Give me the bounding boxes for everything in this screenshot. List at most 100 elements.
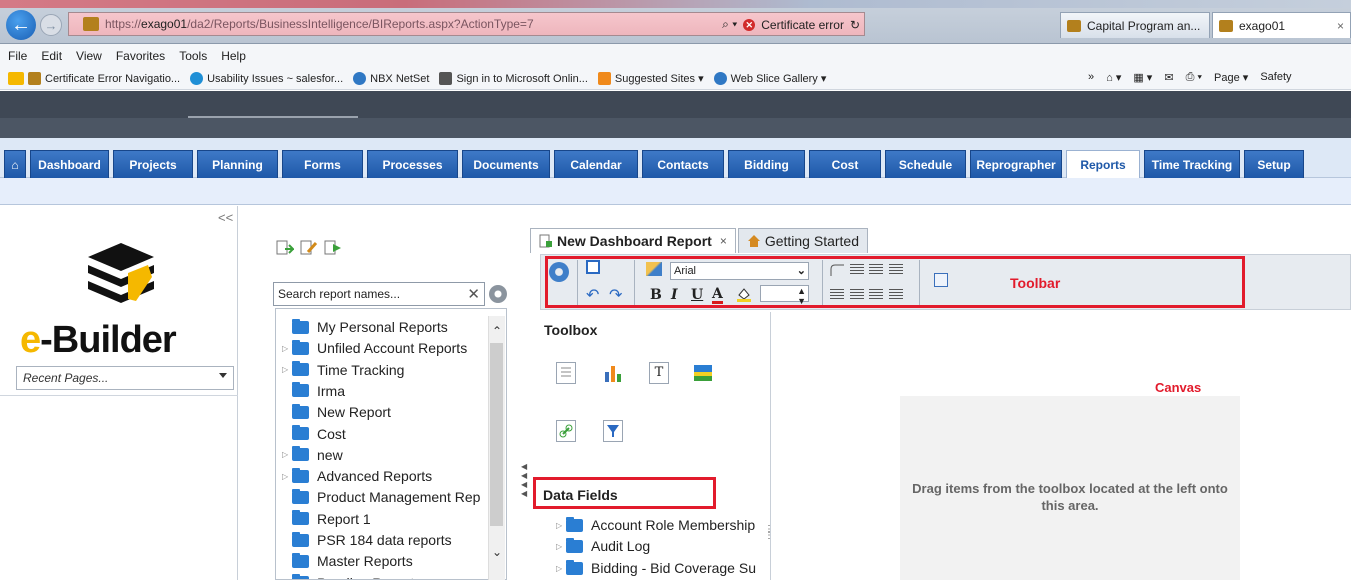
chart-tool-icon[interactable] <box>603 362 623 384</box>
fav-certificate-error[interactable]: Certificate Error Navigatio... <box>28 72 180 85</box>
ebuilder-logo-icon <box>88 243 154 303</box>
mail-icon[interactable]: ✉ <box>1164 71 1173 84</box>
tab-planning[interactable]: Planning <box>197 150 278 178</box>
browser-tab-exago[interactable]: exago01 × <box>1212 12 1351 38</box>
safety-menu[interactable]: Safety <box>1260 71 1291 84</box>
forward-button[interactable]: → <box>40 14 62 36</box>
tree-item[interactable]: Master Reports <box>282 551 413 571</box>
panel-splitter-handle[interactable]: ◀ ◀ ◀ ◀ <box>521 462 529 502</box>
url-path: /da2/Reports/BusinessIntelligence/BIRepo… <box>187 17 534 31</box>
url-text[interactable]: https://exago01/da2/Reports/BusinessInte… <box>105 17 534 31</box>
fav-usability-issues[interactable]: Usability Issues ~ salesfor... <box>190 72 343 85</box>
edit-report-icon[interactable] <box>300 240 318 256</box>
menu-favorites[interactable]: Favorites <box>116 49 165 63</box>
data-field-audit-log[interactable]: ▷ Audit Log <box>556 536 766 556</box>
tree-item[interactable]: Report 1 <box>282 509 371 529</box>
collapse-panel-icon[interactable]: << <box>218 210 233 225</box>
expand-arrow-icon[interactable]: ▷ <box>556 564 566 573</box>
expand-arrow-icon[interactable]: ▷ <box>282 450 292 459</box>
tab-cost[interactable]: Cost <box>809 150 881 178</box>
designer-tabs: New Dashboard Report × Getting Started <box>530 228 868 253</box>
chevron-more-icon[interactable]: » <box>1088 71 1094 84</box>
tab-projects[interactable]: Projects <box>113 150 193 178</box>
tab-forms[interactable]: Forms <box>282 150 363 178</box>
tree-item[interactable]: Irma <box>282 381 345 401</box>
folder-icon <box>292 403 309 419</box>
tree-scrollbar-thumb[interactable] <box>490 343 503 526</box>
expand-arrow-icon[interactable]: ▷ <box>282 365 292 374</box>
add-favorite-star-icon[interactable] <box>8 72 24 85</box>
page-menu[interactable]: Page ▾ <box>1214 71 1248 84</box>
search-dropdown-icon[interactable]: ⌕ ▾ <box>722 17 737 32</box>
tree-item[interactable]: My Personal Reports <box>282 317 448 337</box>
data-field-account-role[interactable]: ▷ Account Role Membership <box>556 515 766 535</box>
tree-item[interactable]: ▷ Unfiled Account Reports <box>282 338 467 358</box>
scroll-up-icon[interactable]: ⌃ <box>492 324 502 338</box>
tree-item[interactable]: PSR 184 data reports <box>282 530 452 550</box>
scroll-down-icon[interactable]: ⌄ <box>492 545 502 559</box>
tab-processes[interactable]: Processes <box>367 150 458 178</box>
tree-item[interactable]: Pending Reports <box>282 573 421 579</box>
expand-arrow-icon[interactable]: ▷ <box>282 344 292 353</box>
browser-tab-capital-program[interactable]: Capital Program an... <box>1060 12 1210 38</box>
address-bar[interactable]: https://exago01/da2/Reports/BusinessInte… <box>68 12 865 36</box>
tree-item[interactable]: Cost <box>282 424 346 444</box>
expand-arrow-icon[interactable]: ▷ <box>556 521 566 530</box>
tree-item[interactable]: ▷ Advanced Reports <box>282 466 432 486</box>
tree-item[interactable]: Product Management Rep <box>282 487 480 507</box>
run-report-icon[interactable] <box>324 240 342 256</box>
fav-nbx-netset[interactable]: NBX NetSet <box>353 72 429 85</box>
tree-item[interactable]: New Report <box>282 402 391 422</box>
tab-dashboard[interactable]: Dashboard <box>30 150 109 178</box>
print-icon[interactable]: ⎙ ▾ <box>1186 71 1202 84</box>
feeds-icon[interactable]: ▦ ▾ <box>1133 71 1152 84</box>
filter-tool-icon[interactable] <box>603 420 623 442</box>
tree-item[interactable]: ▷ Time Tracking <box>282 360 404 380</box>
report-tool-icon[interactable] <box>556 362 576 384</box>
tab-schedule[interactable]: Schedule <box>885 150 966 178</box>
data-fields-title: Data Fields <box>543 487 618 503</box>
fav-suggested-sites[interactable]: Suggested Sites ▾ <box>597 72 704 85</box>
cert-error-label[interactable]: Certificate error <box>761 18 844 32</box>
search-report-input[interactable]: Search report names... ✕ <box>273 282 485 306</box>
close-tab-icon[interactable]: × <box>720 234 727 248</box>
tab-close-icon[interactable]: × <box>1337 19 1344 33</box>
fav-microsoft-online[interactable]: Sign in to Microsoft Onlin... <box>439 72 588 85</box>
tab-contacts[interactable]: Contacts <box>642 150 724 178</box>
menu-view[interactable]: View <box>76 49 102 63</box>
refresh-icon[interactable]: ↻ <box>850 18 860 32</box>
tab-setup[interactable]: Setup <box>1244 150 1304 178</box>
tab-reprographer[interactable]: Reprographer <box>970 150 1062 178</box>
tab-home[interactable]: ⌂ <box>4 150 26 178</box>
tab-reports[interactable]: Reports <box>1066 150 1140 178</box>
back-button[interactable]: ← <box>6 10 36 40</box>
toolbox-title: Toolbox <box>544 322 598 338</box>
tab-new-dashboard-report[interactable]: New Dashboard Report × <box>530 228 736 253</box>
tab-getting-started[interactable]: Getting Started <box>737 228 868 253</box>
chevron-down-icon <box>219 373 227 378</box>
tab-documents[interactable]: Documents <box>462 150 550 178</box>
image-tool-icon[interactable] <box>693 362 713 384</box>
menu-edit[interactable]: Edit <box>41 49 62 63</box>
tree-item[interactable]: ▷ new <box>282 445 343 465</box>
clear-search-icon[interactable]: ✕ <box>467 285 480 303</box>
tab-time-tracking[interactable]: Time Tracking <box>1144 150 1240 178</box>
search-options-gear-icon[interactable] <box>489 285 507 303</box>
cert-error-icon: ✕ <box>743 18 756 31</box>
url-host: exago01 <box>141 17 188 31</box>
drop-hint-text: Drag items from the toolbox located at t… <box>912 481 1228 513</box>
text-tool-icon[interactable]: T <box>649 362 669 384</box>
data-field-bidding[interactable]: ▷ Bidding - Bid Coverage Su <box>556 558 766 578</box>
tab-bidding[interactable]: Bidding <box>728 150 805 178</box>
home-icon[interactable]: ⌂ ▾ <box>1106 71 1121 84</box>
menu-file[interactable]: File <box>8 49 27 63</box>
new-report-icon[interactable] <box>276 240 294 256</box>
menu-tools[interactable]: Tools <box>179 49 207 63</box>
tab-calendar[interactable]: Calendar <box>554 150 638 178</box>
expand-arrow-icon[interactable]: ▷ <box>556 542 566 551</box>
fav-web-slice-gallery[interactable]: Web Slice Gallery ▾ <box>713 72 826 85</box>
link-tool-icon[interactable] <box>556 420 576 442</box>
recent-pages-select[interactable]: Recent Pages... <box>16 366 234 390</box>
menu-help[interactable]: Help <box>221 49 246 63</box>
expand-arrow-icon[interactable]: ▷ <box>282 472 292 481</box>
